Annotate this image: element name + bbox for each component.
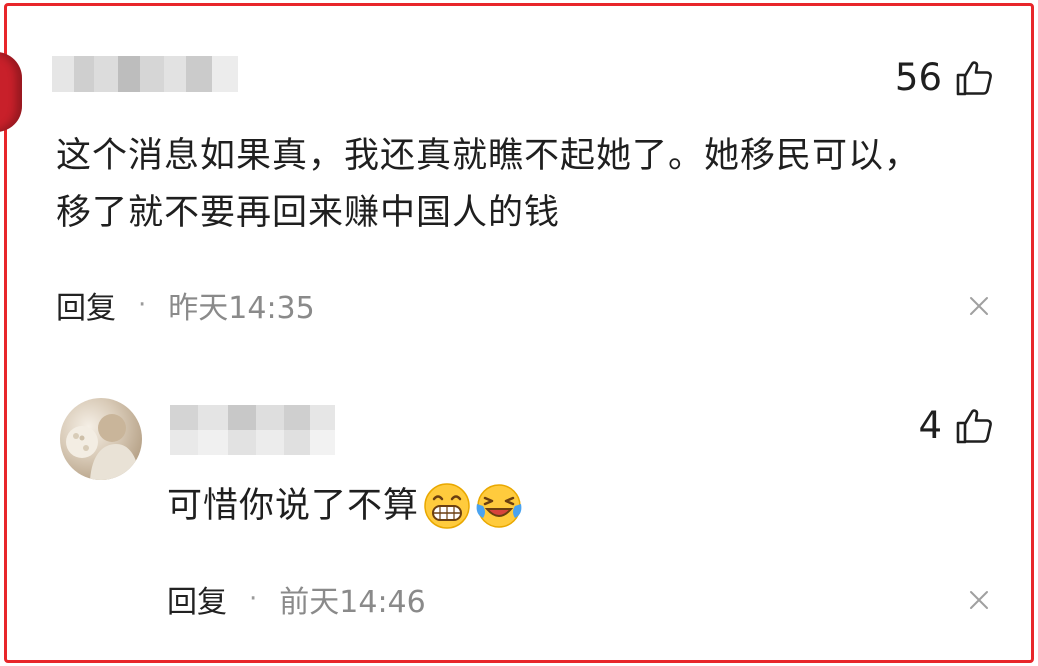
screenshot-frame bbox=[4, 3, 1034, 663]
laughing-crying-emoji-icon bbox=[476, 484, 522, 528]
close-icon[interactable] bbox=[968, 589, 990, 611]
thumbs-up-icon[interactable] bbox=[954, 58, 994, 98]
comment-body: 这个消息如果真，我还真就瞧不起她了。她移民可以， 移了就不要再回来赚中国人的钱 bbox=[56, 133, 1016, 236]
comment-meta: 回复 · 昨天14:35 bbox=[56, 283, 315, 327]
avatar-photo bbox=[66, 414, 140, 480]
thumbs-up-icon[interactable] bbox=[954, 406, 994, 446]
close-icon[interactable] bbox=[968, 295, 990, 317]
reply-timestamp: 前天14:46 bbox=[279, 585, 426, 620]
comment-line: 这个消息如果真，我还真就瞧不起她了。她移民可以， bbox=[56, 136, 921, 176]
reply-button[interactable]: 回复 bbox=[56, 283, 116, 327]
reply-button[interactable]: 回复 bbox=[167, 577, 227, 621]
reply-avatar[interactable] bbox=[60, 398, 142, 480]
reply-author-name-blurred[interactable] bbox=[170, 405, 335, 455]
reply-body: 可惜你说了不算 bbox=[167, 482, 523, 530]
reply-text: 可惜你说了不算 bbox=[167, 486, 420, 526]
comment-timestamp: 昨天14:35 bbox=[168, 291, 315, 326]
grin-emoji-icon bbox=[424, 483, 470, 529]
like-count: 56 bbox=[894, 56, 942, 99]
reply-meta: 回复 · 前天14:46 bbox=[167, 577, 426, 621]
like-count: 4 bbox=[918, 404, 942, 447]
comment-line: 移了就不要再回来赚中国人的钱 bbox=[56, 193, 561, 233]
commenter-name-blurred[interactable] bbox=[52, 56, 238, 92]
meta-separator: · bbox=[249, 584, 258, 614]
like-control[interactable]: 56 bbox=[895, 56, 994, 99]
meta-separator: · bbox=[138, 290, 147, 320]
like-control[interactable]: 4 bbox=[918, 404, 994, 447]
